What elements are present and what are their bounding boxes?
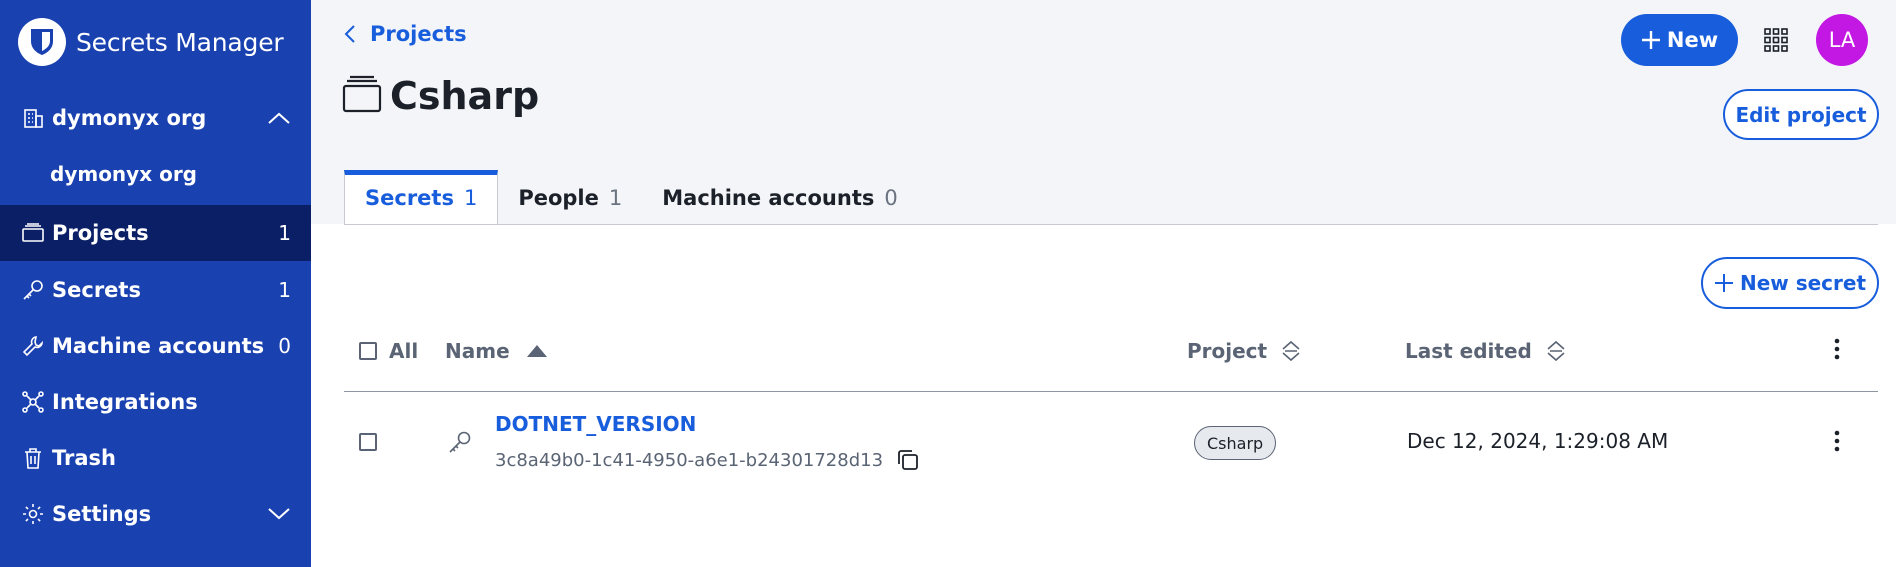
sidebar-item-count: 0 [278, 334, 291, 358]
app-title: Secrets Manager [76, 27, 284, 57]
column-header-label: Project [1187, 339, 1268, 363]
breadcrumb-back-link[interactable]: Projects [344, 22, 467, 46]
sidebar-item-secrets[interactable]: Secrets 1 [0, 262, 311, 318]
sidebar-item-count: 1 [278, 221, 291, 245]
tab-people[interactable]: People 1 [498, 170, 642, 225]
brand[interactable]: Secrets Manager [18, 18, 284, 66]
select-all[interactable]: All [359, 336, 418, 366]
sidebar-item-integrations[interactable]: Integrations [0, 374, 311, 430]
select-all-label: All [389, 339, 419, 363]
select-all-checkbox[interactable] [359, 342, 377, 360]
integrations-icon [20, 389, 46, 415]
page-title-row: Csharp [342, 74, 539, 118]
edit-project-button[interactable]: Edit project [1723, 89, 1879, 140]
sidebar-item-machine-accounts[interactable]: Machine accounts 0 [0, 318, 311, 374]
tab-count: 1 [608, 185, 623, 210]
tab-label: People [518, 185, 599, 210]
row-checkbox[interactable] [359, 433, 377, 451]
page-title: Csharp [390, 74, 540, 118]
new-button-label: New [1666, 28, 1719, 52]
chevron-left-icon [344, 24, 356, 44]
sidebar-org-switcher[interactable]: dymonyx org [0, 90, 311, 146]
sidebar-item-projects[interactable]: Projects 1 [0, 205, 311, 261]
column-header-project[interactable]: Project [1187, 336, 1301, 366]
sidebar-item-label: Trash [52, 446, 116, 470]
sort-ascending-icon [526, 344, 548, 358]
breadcrumb-label: Projects [370, 22, 467, 46]
new-secret-label: New secret [1739, 271, 1867, 295]
secret-id-text: 3c8a49b0-1c41-4950-a6e1-b24301728d13 [495, 449, 884, 471]
gear-icon [20, 501, 46, 527]
sidebar-item-label: Integrations [52, 390, 198, 414]
tab-machine-accounts[interactable]: Machine accounts 0 [642, 170, 917, 225]
product-switcher-icon[interactable] [1763, 27, 1789, 53]
tab-label: Secrets [365, 185, 454, 210]
sidebar-item-label: Machine accounts [52, 334, 265, 358]
tab-divider [344, 224, 1878, 225]
column-header-last-edited[interactable]: Last edited [1405, 336, 1566, 366]
last-edited-value: Dec 12, 2024, 1:29:08 AM [1407, 429, 1669, 453]
sidebar-item-label: Secrets [52, 278, 141, 302]
tab-secrets[interactable]: Secrets 1 [344, 170, 499, 225]
project-badge[interactable]: Csharp [1194, 426, 1277, 460]
tab-count: 0 [884, 185, 898, 210]
sort-icon [1281, 340, 1301, 362]
wrench-icon [20, 333, 46, 359]
sidebar-item-trash[interactable]: Trash [0, 430, 311, 486]
chevron-down-icon [267, 502, 291, 526]
bitwarden-shield-icon [18, 18, 66, 66]
column-header-label: Last edited [1405, 339, 1532, 363]
project-icon [342, 75, 382, 117]
tab-bar: Secrets 1 People 1 Machine accounts 0 [344, 170, 918, 225]
building-icon [20, 105, 46, 131]
secret-id: 3c8a49b0-1c41-4950-a6e1-b24301728d13 [495, 449, 919, 471]
sidebar-org-item[interactable]: dymonyx org [50, 162, 197, 186]
sidebar-item-label: Projects [52, 221, 149, 245]
trash-icon [20, 445, 46, 471]
table-options-icon[interactable] [1827, 334, 1847, 364]
key-icon [20, 277, 46, 303]
avatar[interactable]: LA [1816, 14, 1868, 66]
plus-icon [1714, 273, 1734, 293]
column-header-label: Name [445, 339, 510, 363]
plus-icon [1641, 30, 1661, 50]
sidebar-item-settings[interactable]: Settings [0, 486, 311, 542]
sidebar: Secrets Manager dymonyx org dymonyx org … [0, 0, 311, 567]
sort-icon [1546, 340, 1566, 362]
new-button[interactable]: New [1621, 14, 1738, 66]
tab-label: Machine accounts [662, 185, 875, 210]
row-options-icon[interactable] [1827, 426, 1847, 456]
table-header-divider [344, 391, 1878, 392]
column-header-name[interactable]: Name [445, 336, 548, 366]
new-secret-button[interactable]: New secret [1701, 257, 1879, 309]
copy-icon[interactable] [897, 449, 919, 471]
sidebar-org-label: dymonyx org [52, 106, 207, 130]
secret-name-link[interactable]: DOTNET_VERSION [495, 412, 696, 436]
project-icon [20, 220, 46, 246]
tab-count: 1 [463, 185, 478, 210]
chevron-up-icon [267, 106, 291, 130]
sidebar-item-count: 1 [278, 278, 291, 302]
sidebar-item-label: Settings [52, 502, 152, 526]
key-icon [448, 430, 472, 458]
